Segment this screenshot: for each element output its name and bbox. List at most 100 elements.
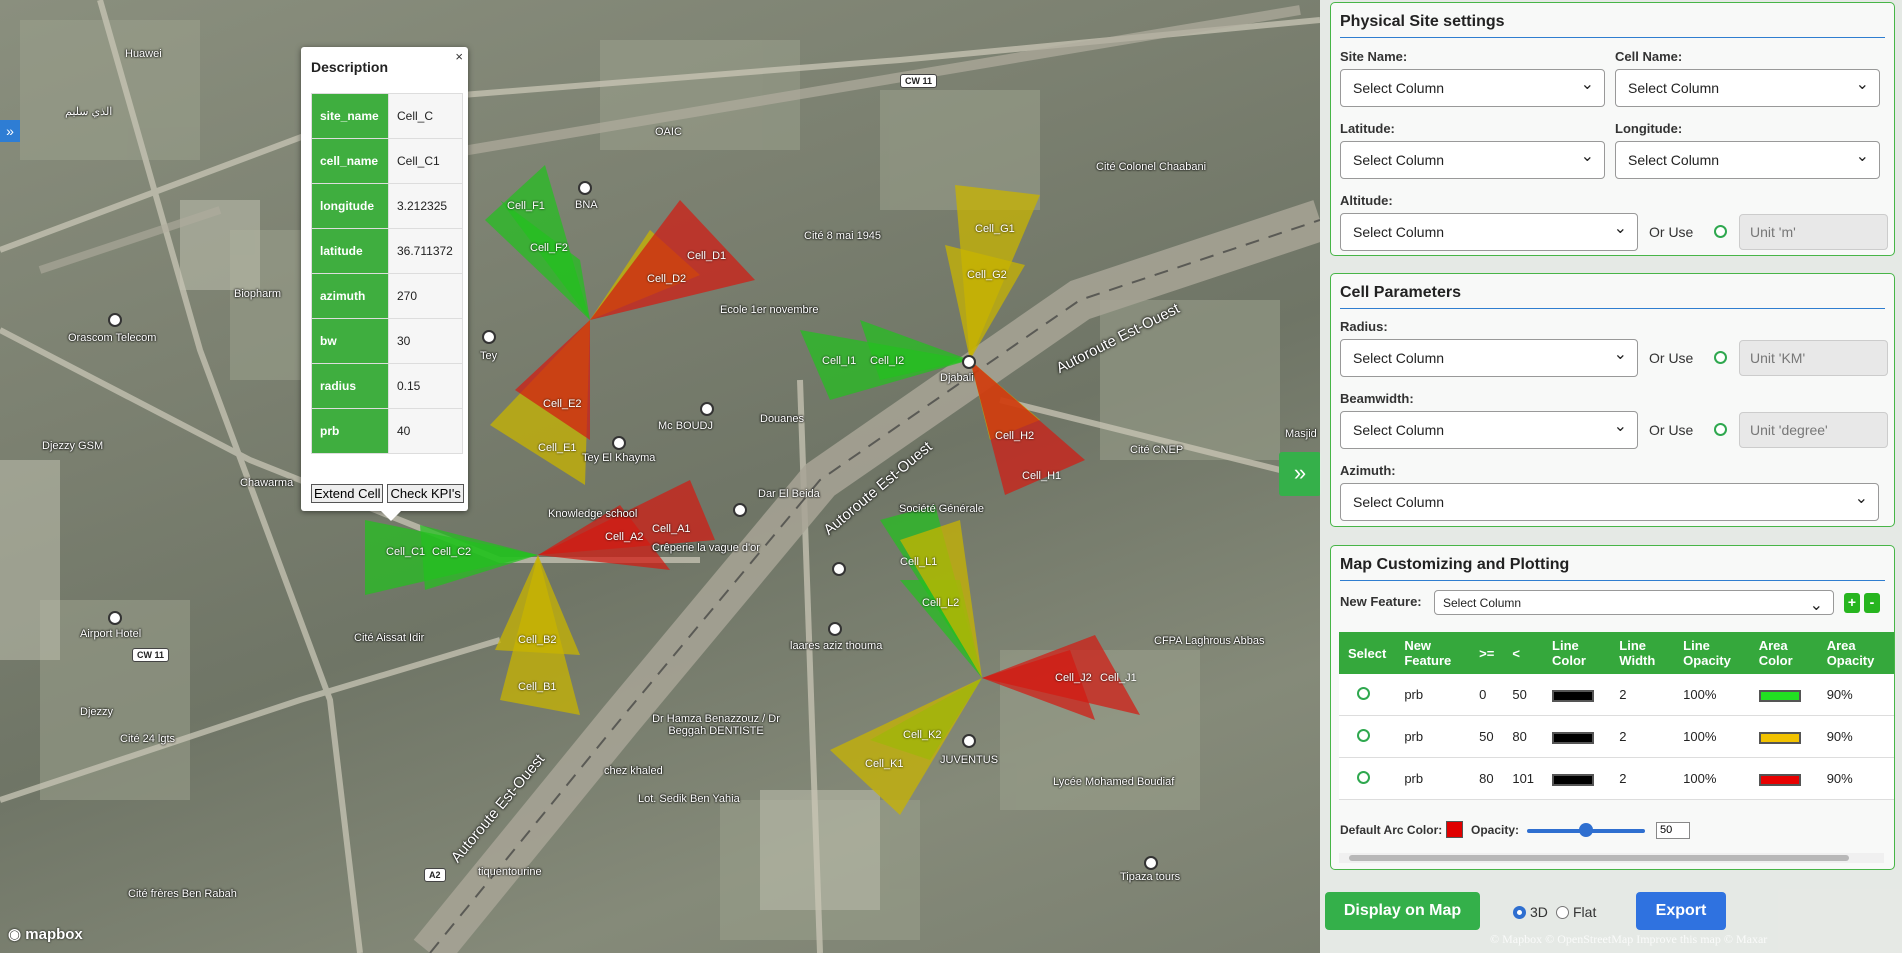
cell-label[interactable]: Cell_H1 [1022, 470, 1061, 482]
mode-flat-label: Flat [1573, 904, 1597, 920]
line-color-picker[interactable] [1552, 731, 1595, 744]
bank-icon[interactable] [578, 181, 592, 195]
cell-name-label: Cell Name: [1615, 49, 1683, 64]
cell-label[interactable]: Cell_D1 [687, 250, 726, 262]
area-color-picker[interactable] [1758, 689, 1801, 702]
poi-icon[interactable] [962, 355, 976, 369]
opacity-slider-handle[interactable] [1579, 823, 1593, 837]
cell-label[interactable]: Cell_L2 [922, 597, 959, 609]
altitude-select[interactable]: Select Column [1340, 213, 1638, 251]
longitude-select[interactable]: Select Column [1615, 141, 1880, 179]
row-select-radio[interactable] [1357, 686, 1370, 700]
place-label: Dar El Beida [758, 488, 820, 500]
popup-title: Description [311, 59, 389, 75]
row-select-radio[interactable] [1357, 728, 1370, 742]
cell-label[interactable]: Cell_E1 [538, 442, 577, 454]
latitude-select[interactable]: Select Column [1340, 141, 1605, 179]
new-feature-select[interactable]: Select Column [1434, 590, 1834, 615]
site-name-select[interactable]: Select Column [1340, 69, 1605, 107]
cell-label[interactable]: Cell_B1 [518, 681, 557, 693]
opacity-slider[interactable] [1527, 823, 1645, 837]
section-title: Cell Parameters [1340, 284, 1461, 301]
place-label: Cité Aissat Idir [354, 632, 425, 644]
table-header: >= [1470, 632, 1504, 674]
expand-left-icon[interactable]: » [0, 120, 20, 142]
beamwidth-label: Beamwidth: [1340, 391, 1414, 406]
poi-icon[interactable] [108, 611, 122, 625]
cell-label[interactable]: Cell_I2 [870, 355, 904, 367]
add-feature-button[interactable]: + [1844, 593, 1860, 613]
row-select-radio[interactable] [1357, 770, 1370, 784]
place-label: Ecole 1er novembre [720, 304, 819, 316]
area-color-picker[interactable] [1758, 731, 1801, 744]
map-attribution[interactable]: © Mapbox © OpenStreetMap Improve this ma… [1490, 932, 1767, 947]
cell-label[interactable]: Cell_H2 [995, 430, 1034, 442]
cell-label[interactable]: Cell_C2 [432, 546, 471, 558]
cell-label[interactable]: Cell_K2 [903, 729, 942, 741]
popup-value: 40 [388, 408, 463, 454]
cell-label[interactable]: Cell_A2 [605, 531, 644, 543]
extend-cell-button[interactable]: Extend Cell [311, 484, 384, 503]
poi-icon[interactable] [482, 330, 496, 344]
cell-label[interactable]: Cell_C1 [386, 546, 425, 558]
line-color-picker[interactable] [1552, 689, 1595, 702]
popup-value: 0.15 [388, 363, 463, 409]
collapse-panel-icon[interactable]: » [1279, 452, 1321, 496]
horizontal-scrollbar[interactable] [1339, 853, 1884, 863]
map-view[interactable]: Huawei الذي سليم Orascom Telecom Biophar… [0, 0, 1320, 953]
close-icon[interactable]: × [455, 49, 463, 64]
display-on-map-button[interactable]: Display on Map [1325, 892, 1480, 930]
cell-label[interactable]: Cell_L1 [900, 556, 937, 568]
check-kpi-button[interactable]: Check KPI's [387, 484, 464, 503]
poi-icon[interactable] [108, 313, 122, 327]
line-color-cell [1543, 757, 1611, 800]
default-arc-color-picker[interactable] [1446, 821, 1463, 838]
area-color-picker[interactable] [1758, 773, 1801, 786]
cell-label[interactable]: Cell_G1 [975, 223, 1015, 235]
poi-icon[interactable] [700, 402, 714, 416]
poi-icon[interactable] [832, 562, 846, 576]
beamwidth-unit-radio[interactable] [1714, 423, 1727, 436]
remove-feature-button[interactable]: - [1864, 593, 1880, 613]
line-color-picker[interactable] [1552, 773, 1595, 786]
popup-key: latitude [311, 228, 389, 274]
mode-flat-radio[interactable] [1556, 906, 1569, 919]
cell-label[interactable]: Cell_A1 [652, 523, 691, 535]
cell-label[interactable]: Cell_D2 [647, 273, 686, 285]
azimuth-select[interactable]: Select Column [1340, 483, 1879, 521]
poi-icon[interactable] [828, 622, 842, 636]
cell-label[interactable]: Cell_I1 [822, 355, 856, 367]
altitude-unit-radio[interactable] [1714, 225, 1727, 238]
radius-select[interactable]: Select Column [1340, 339, 1638, 377]
place-label: BNA [575, 199, 598, 211]
cell-label[interactable]: Cell_B2 [518, 634, 557, 646]
line-opacity-cell: 100% [1674, 757, 1750, 800]
cell-label[interactable]: Cell_K1 [865, 758, 904, 770]
place-label: Knowledge school [548, 508, 638, 520]
popup-tip [381, 511, 401, 521]
opacity-input[interactable]: 50 [1656, 822, 1690, 839]
beamwidth-unit-input[interactable]: Unit 'degree' [1739, 412, 1888, 448]
beamwidth-select[interactable]: Select Column [1340, 411, 1638, 449]
cell-label[interactable]: Cell_J2 [1055, 672, 1092, 684]
popup-key: azimuth [311, 273, 389, 319]
cell-label[interactable]: Cell_F1 [507, 200, 545, 212]
altitude-unit-input[interactable]: Unit 'm' [1739, 214, 1888, 250]
mapbox-logo[interactable]: ◉ mapbox [8, 925, 83, 943]
poi-icon[interactable] [962, 734, 976, 748]
export-button[interactable]: Export [1636, 892, 1726, 930]
cell-name-select[interactable]: Select Column [1615, 69, 1880, 107]
poi-icon[interactable] [733, 503, 747, 517]
mode-3d-radio[interactable] [1513, 906, 1526, 919]
area-color-cell [1749, 715, 1818, 758]
ge-cell: 80 [1470, 757, 1504, 800]
poi-icon[interactable] [1144, 856, 1158, 870]
popup-key: site_name [311, 93, 389, 139]
radius-unit-input[interactable]: Unit 'KM' [1739, 340, 1888, 376]
cell-label[interactable]: Cell_G2 [967, 269, 1007, 281]
cell-label[interactable]: Cell_E2 [543, 398, 582, 410]
poi-icon[interactable] [612, 436, 626, 450]
cell-label[interactable]: Cell_F2 [530, 242, 568, 254]
radius-unit-radio[interactable] [1714, 351, 1727, 364]
cell-label[interactable]: Cell_J1 [1100, 672, 1137, 684]
